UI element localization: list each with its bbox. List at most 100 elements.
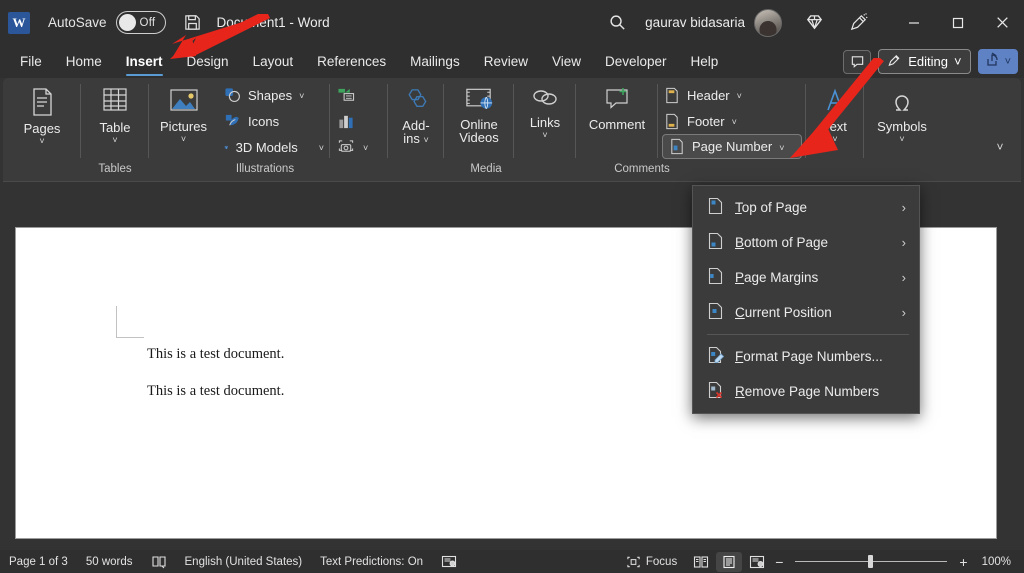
smartart-button[interactable] [330,82,388,108]
proofing-icon[interactable] [142,550,176,573]
page-number-button[interactable]: Page Number ˅ [662,134,802,159]
chevron-down-icon: ˅ [832,135,837,144]
shapes-button[interactable]: Shapes ˅ [218,82,330,108]
maximize-button[interactable] [936,0,980,45]
ribbon-group-illustrations-list: Shapes ˅ Icons 3D Models ˅ [218,78,330,160]
share-button[interactable]: ˅ [978,49,1018,74]
tab-layout[interactable]: Layout [241,45,306,78]
menu-item-top-of-page[interactable]: Top of Page › [693,190,919,225]
user-name[interactable]: gaurav bidasaria [645,15,745,30]
accessibility-icon[interactable] [432,550,466,573]
title-bar: W AutoSave Off Document1 - Word gaurav b… [0,0,1024,45]
addins-button[interactable]: Add- ins ˅ [388,78,444,160]
focus-label: Focus [646,556,677,568]
pencil-icon [887,53,902,71]
zoom-in-button[interactable]: + [956,554,970,570]
zoom-slider[interactable] [795,550,947,573]
text-predictions-status[interactable]: Text Predictions: On [311,550,432,573]
symbols-button[interactable]: Symbols ˅ [864,78,940,160]
comment-button[interactable]: Comment [576,78,658,160]
diamond-icon[interactable] [804,12,825,33]
zoom-out-button[interactable]: − [772,554,786,570]
icons-button[interactable]: Icons [218,108,330,134]
autosave-toggle-knob [119,14,136,31]
tab-insert[interactable]: Insert [114,45,175,78]
share-chevron-icon: ˅ [1005,56,1011,68]
focus-button[interactable]: Focus [617,550,686,573]
tab-review[interactable]: Review [472,45,540,78]
editing-mode-button[interactable]: Editing ˅ [878,49,970,74]
minimize-button[interactable] [892,0,936,45]
menu-item-remove-page-numbers[interactable]: Remove Page Numbers [693,374,919,409]
group-label-comments: Comments [596,163,688,175]
menu-separator [707,334,909,335]
zoom-level-label[interactable]: 100% [973,550,1020,573]
footer-button[interactable]: Footer ˅ [658,108,806,134]
page-number-dropdown-menu: Top of Page › Bottom of Page › Page Marg… [692,185,920,414]
text-button[interactable]: Text ˅ [806,78,864,160]
chart-button[interactable] [330,108,388,134]
read-mode-button[interactable] [688,552,714,572]
shapes-label: Shapes [248,88,292,103]
tab-file[interactable]: File [8,45,54,78]
comment-label: Comment [589,118,645,132]
menu-item-label: Top of Page [735,200,807,215]
menu-item-label: Remove Page Numbers [735,384,879,399]
document-title: Document1 - Word [217,15,330,30]
tab-mailings[interactable]: Mailings [398,45,472,78]
tab-help[interactable]: Help [679,45,731,78]
chevron-down-icon: ˅ [899,135,904,144]
autosave-toggle[interactable]: Off [116,11,166,34]
close-button[interactable] [980,0,1024,45]
avatar[interactable] [754,9,782,37]
ribbon-expand-button[interactable]: ˅ [983,136,1017,158]
online-videos-button[interactable]: Online Videos [444,78,514,160]
autosave-state-label: Off [140,17,156,29]
header-button[interactable]: Header ˅ [658,82,806,108]
tab-design[interactable]: Design [175,45,241,78]
status-bar-right: Focus − + 100% [617,550,1020,573]
ribbon-group-labels: Tables Illustrations Media Comments [3,160,1021,182]
tab-view[interactable]: View [540,45,593,78]
word-count-status[interactable]: 50 words [77,550,142,573]
table-button[interactable]: Table ˅ [81,78,149,160]
ribbon-group-symbols: Symbols ˅ [864,78,940,160]
submenu-arrow-icon: › [902,200,906,215]
language-status[interactable]: English (United States) [176,550,312,573]
zoom-slider-thumb[interactable] [868,555,873,568]
page-count-status[interactable]: Page 1 of 3 [0,550,77,573]
pictures-button[interactable]: Pictures ˅ [149,78,218,160]
search-icon[interactable] [608,13,627,32]
3d-models-button[interactable]: 3D Models ˅ [218,134,330,160]
3d-models-label: 3D Models [236,140,298,155]
links-button[interactable]: Links ˅ [514,78,576,160]
web-layout-button[interactable] [744,552,770,572]
page-top-icon [707,197,724,218]
menu-item-page-margins[interactable]: Page Margins › [693,260,919,295]
pen-draw-icon[interactable] [848,12,869,33]
menu-item-current-position[interactable]: Current Position › [693,295,919,330]
table-label: Table [99,121,130,135]
share-icon [985,52,1001,71]
menu-item-label: Page Margins [735,270,818,285]
group-label-media: Media [446,163,526,175]
chevron-down-icon: ˅ [996,140,1003,154]
menu-item-format-page-numbers[interactable]: Format Page Numbers... [693,339,919,374]
word-logo: W [8,12,30,34]
tab-home[interactable]: Home [54,45,114,78]
print-layout-button[interactable] [716,552,742,572]
pages-button[interactable]: Pages ˅ [3,78,81,160]
editing-mode-label: Editing [908,54,948,69]
ribbon-group-links: Links ˅ [514,78,576,160]
tab-references[interactable]: References [305,45,398,78]
screenshot-button[interactable]: ˅ [330,134,388,160]
group-label-tables: Tables [81,163,149,175]
ribbon-group-tables: Table ˅ [81,78,149,160]
tab-developer[interactable]: Developer [593,45,679,78]
comments-button[interactable] [843,50,871,74]
symbols-label: Symbols [877,120,927,134]
menu-item-bottom-of-page[interactable]: Bottom of Page › [693,225,919,260]
chevron-down-icon: ˅ [542,131,547,140]
margin-corner-marker [116,306,144,338]
save-icon[interactable] [183,13,202,32]
